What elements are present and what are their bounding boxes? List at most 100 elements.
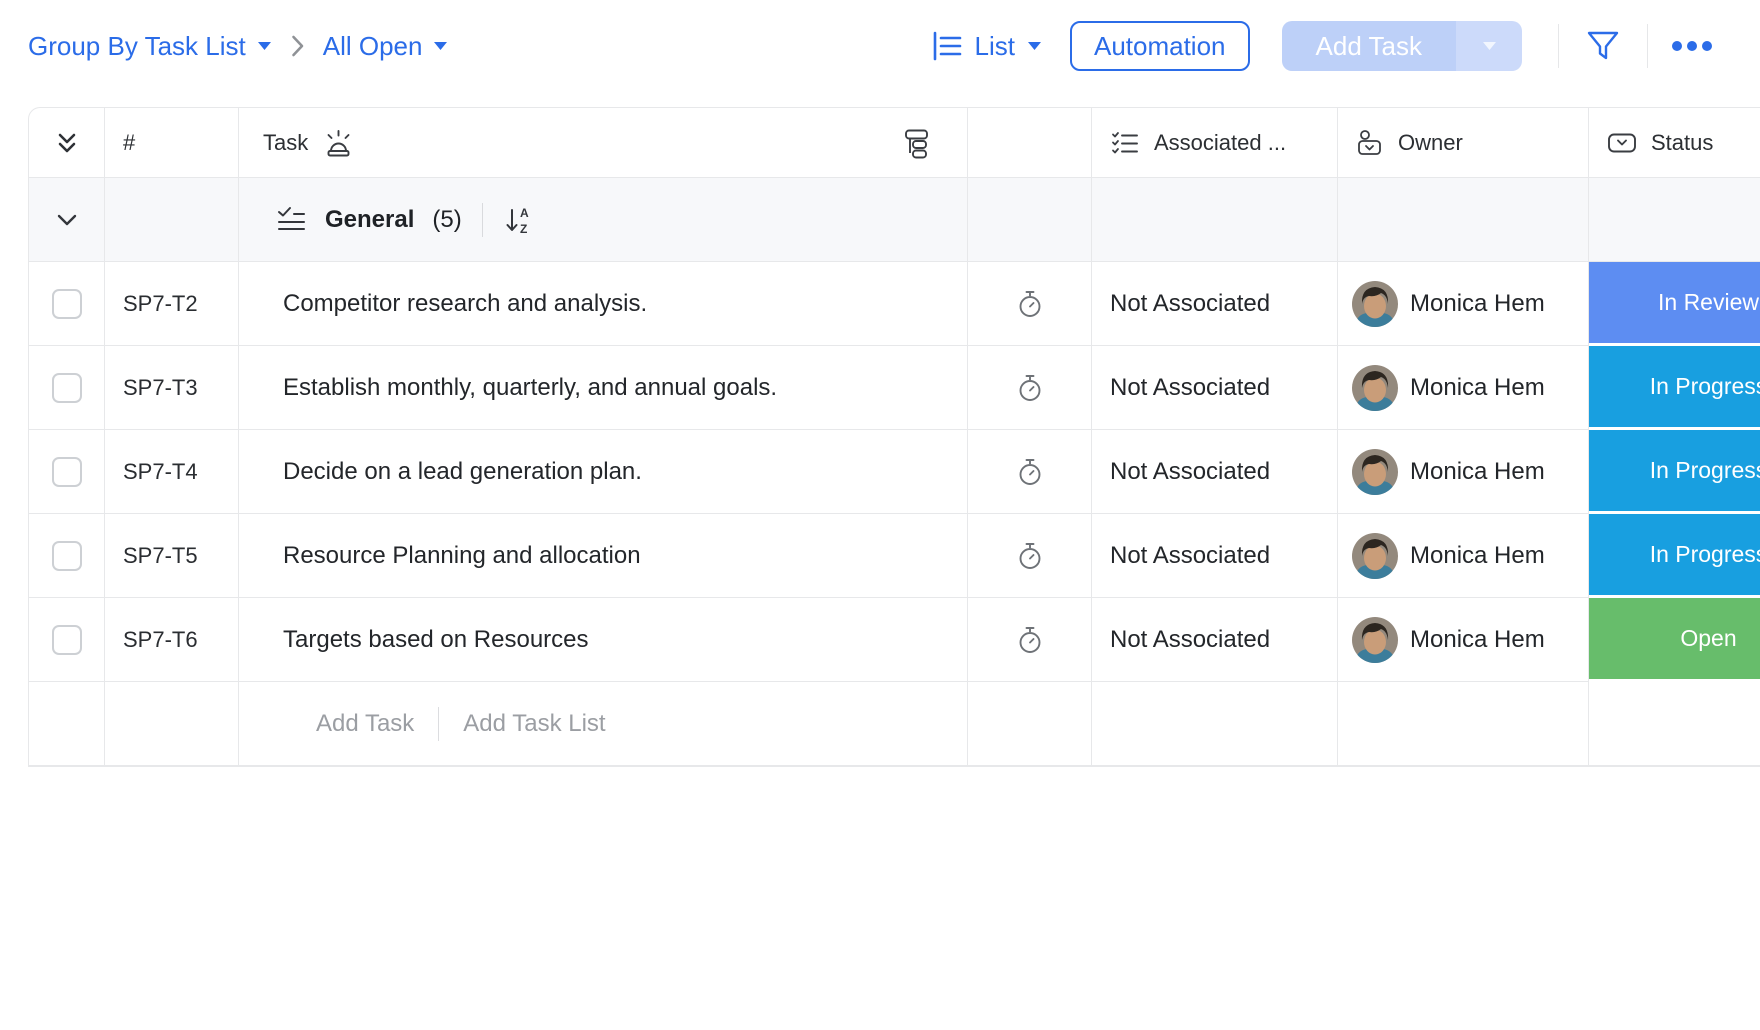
owner-avatar bbox=[1352, 533, 1398, 579]
stopwatch-icon[interactable] bbox=[1016, 625, 1044, 655]
associated-value: Not Associated bbox=[1110, 458, 1270, 486]
chevron-right-icon bbox=[290, 34, 305, 58]
filter-button[interactable] bbox=[1559, 0, 1647, 92]
row-checkbox[interactable] bbox=[52, 289, 82, 319]
footer-empty-cell bbox=[29, 682, 105, 766]
table-row: SP7-T4 Decide on a lead generation plan.… bbox=[29, 430, 1760, 514]
stopwatch-icon[interactable] bbox=[1016, 541, 1044, 571]
caret-down-icon bbox=[433, 41, 448, 51]
group-name[interactable]: General bbox=[325, 206, 414, 234]
toolbar: Group By Task List All Open List Automat… bbox=[0, 0, 1760, 92]
header-id[interactable]: # bbox=[105, 108, 239, 178]
header-owner[interactable]: Owner bbox=[1338, 108, 1589, 178]
task-name[interactable]: Targets based on Resources bbox=[283, 626, 589, 654]
status-badge: In Review bbox=[1658, 289, 1759, 316]
group-title-cell: General (5) A Z bbox=[239, 178, 968, 262]
row-select-cell bbox=[29, 262, 105, 346]
task-list-page: { "toolbar": { "group_by_label": "Group … bbox=[0, 0, 1760, 1030]
caret-down-icon bbox=[257, 41, 272, 51]
stopwatch-icon[interactable] bbox=[1016, 289, 1044, 319]
task-list-icon bbox=[275, 204, 307, 236]
associated-cell[interactable]: Not Associated bbox=[1092, 346, 1338, 430]
view-mode-label: List bbox=[975, 31, 1015, 62]
view-mode-dropdown[interactable]: List bbox=[931, 30, 1042, 62]
view-filter-dropdown[interactable]: All Open bbox=[323, 31, 449, 62]
more-options-button[interactable] bbox=[1648, 0, 1736, 92]
row-select-cell bbox=[29, 346, 105, 430]
task-id-cell: SP7-T6 bbox=[105, 598, 239, 682]
status-badge: Open bbox=[1680, 625, 1736, 652]
group-by-dropdown[interactable]: Group By Task List bbox=[28, 31, 272, 62]
status-cell[interactable]: In Progress bbox=[1589, 346, 1760, 430]
footer-actions-cell: Add Task Add Task List bbox=[239, 682, 968, 766]
table-header-row: # Task bbox=[29, 108, 1760, 178]
owner-cell[interactable]: Monica Hem bbox=[1338, 514, 1589, 598]
associated-cell[interactable]: Not Associated bbox=[1092, 598, 1338, 682]
group-collapse-cell[interactable] bbox=[29, 178, 105, 262]
owner-cell[interactable]: Monica Hem bbox=[1338, 262, 1589, 346]
task-name-cell: Establish monthly, quarterly, and annual… bbox=[239, 346, 968, 430]
expand-all-cell[interactable] bbox=[29, 108, 105, 178]
header-id-label: # bbox=[123, 130, 135, 156]
status-badge: In Progress bbox=[1650, 541, 1760, 568]
group-by-label: Group By Task List bbox=[28, 31, 246, 62]
breadcrumb: Group By Task List All Open bbox=[28, 0, 448, 92]
sort-az-icon[interactable]: A Z bbox=[503, 203, 533, 237]
header-task[interactable]: Task bbox=[239, 108, 968, 178]
task-name[interactable]: Competitor research and analysis. bbox=[283, 290, 647, 318]
row-checkbox[interactable] bbox=[52, 541, 82, 571]
table-row: SP7-T2 Competitor research and analysis.… bbox=[29, 262, 1760, 346]
owner-cell[interactable]: Monica Hem bbox=[1338, 346, 1589, 430]
status-cell[interactable]: Open bbox=[1589, 598, 1760, 682]
owner-name: Monica Hem bbox=[1410, 374, 1545, 402]
add-task-button[interactable]: Add Task bbox=[1282, 21, 1456, 71]
associated-cell[interactable]: Not Associated bbox=[1092, 430, 1338, 514]
task-name[interactable]: Establish monthly, quarterly, and annual… bbox=[283, 374, 777, 402]
add-task-dropdown-button[interactable] bbox=[1456, 21, 1522, 71]
task-name[interactable]: Decide on a lead generation plan. bbox=[283, 458, 642, 486]
owner-avatar bbox=[1352, 281, 1398, 327]
automation-button[interactable]: Automation bbox=[1070, 21, 1250, 71]
view-filter-label: All Open bbox=[323, 31, 423, 62]
caret-down-icon bbox=[1482, 41, 1497, 51]
add-task-list-button[interactable]: Add Task List bbox=[463, 710, 605, 738]
owner-name: Monica Hem bbox=[1410, 626, 1545, 654]
task-name[interactable]: Resource Planning and allocation bbox=[283, 542, 641, 570]
row-checkbox[interactable] bbox=[52, 457, 82, 487]
stopwatch-icon[interactable] bbox=[1016, 373, 1044, 403]
group-empty-cell bbox=[968, 178, 1092, 262]
status-badge: In Progress bbox=[1650, 373, 1760, 400]
task-name-cell: Resource Planning and allocation bbox=[239, 514, 968, 598]
header-status[interactable]: Status bbox=[1589, 108, 1760, 178]
row-checkbox[interactable] bbox=[52, 625, 82, 655]
owner-cell[interactable]: Monica Hem bbox=[1338, 598, 1589, 682]
table-row: SP7-T3 Establish monthly, quarterly, and… bbox=[29, 346, 1760, 430]
associated-cell[interactable]: Not Associated bbox=[1092, 262, 1338, 346]
associated-value: Not Associated bbox=[1110, 542, 1270, 570]
status-cell[interactable]: In Progress bbox=[1589, 430, 1760, 514]
status-cell[interactable]: In Progress bbox=[1589, 514, 1760, 598]
task-id: SP7-T6 bbox=[123, 627, 198, 653]
row-checkbox[interactable] bbox=[52, 373, 82, 403]
status-cell[interactable]: In Review bbox=[1589, 262, 1760, 346]
header-associated[interactable]: Associated ... bbox=[1092, 108, 1338, 178]
add-task-split-button: Add Task bbox=[1282, 21, 1522, 71]
group-empty-cell bbox=[1589, 178, 1760, 262]
associated-cell[interactable]: Not Associated bbox=[1092, 514, 1338, 598]
owner-person-icon bbox=[1356, 128, 1384, 158]
header-task-label: Task bbox=[263, 130, 308, 156]
owner-name: Monica Hem bbox=[1410, 290, 1545, 318]
task-id: SP7-T4 bbox=[123, 459, 198, 485]
automation-label: Automation bbox=[1094, 31, 1226, 62]
footer-divider bbox=[438, 707, 439, 741]
group-header-row: General (5) A Z bbox=[29, 178, 1760, 262]
stopwatch-icon[interactable] bbox=[1016, 457, 1044, 487]
task-id: SP7-T2 bbox=[123, 291, 198, 317]
header-owner-label: Owner bbox=[1398, 130, 1463, 156]
group-count: (5) bbox=[432, 206, 461, 234]
owner-cell[interactable]: Monica Hem bbox=[1338, 430, 1589, 514]
double-chevron-down-icon bbox=[54, 130, 80, 156]
reminder-alarm-icon bbox=[322, 126, 354, 160]
add-task-inline-button[interactable]: Add Task bbox=[316, 710, 414, 738]
subtask-hierarchy-icon[interactable] bbox=[901, 127, 933, 159]
